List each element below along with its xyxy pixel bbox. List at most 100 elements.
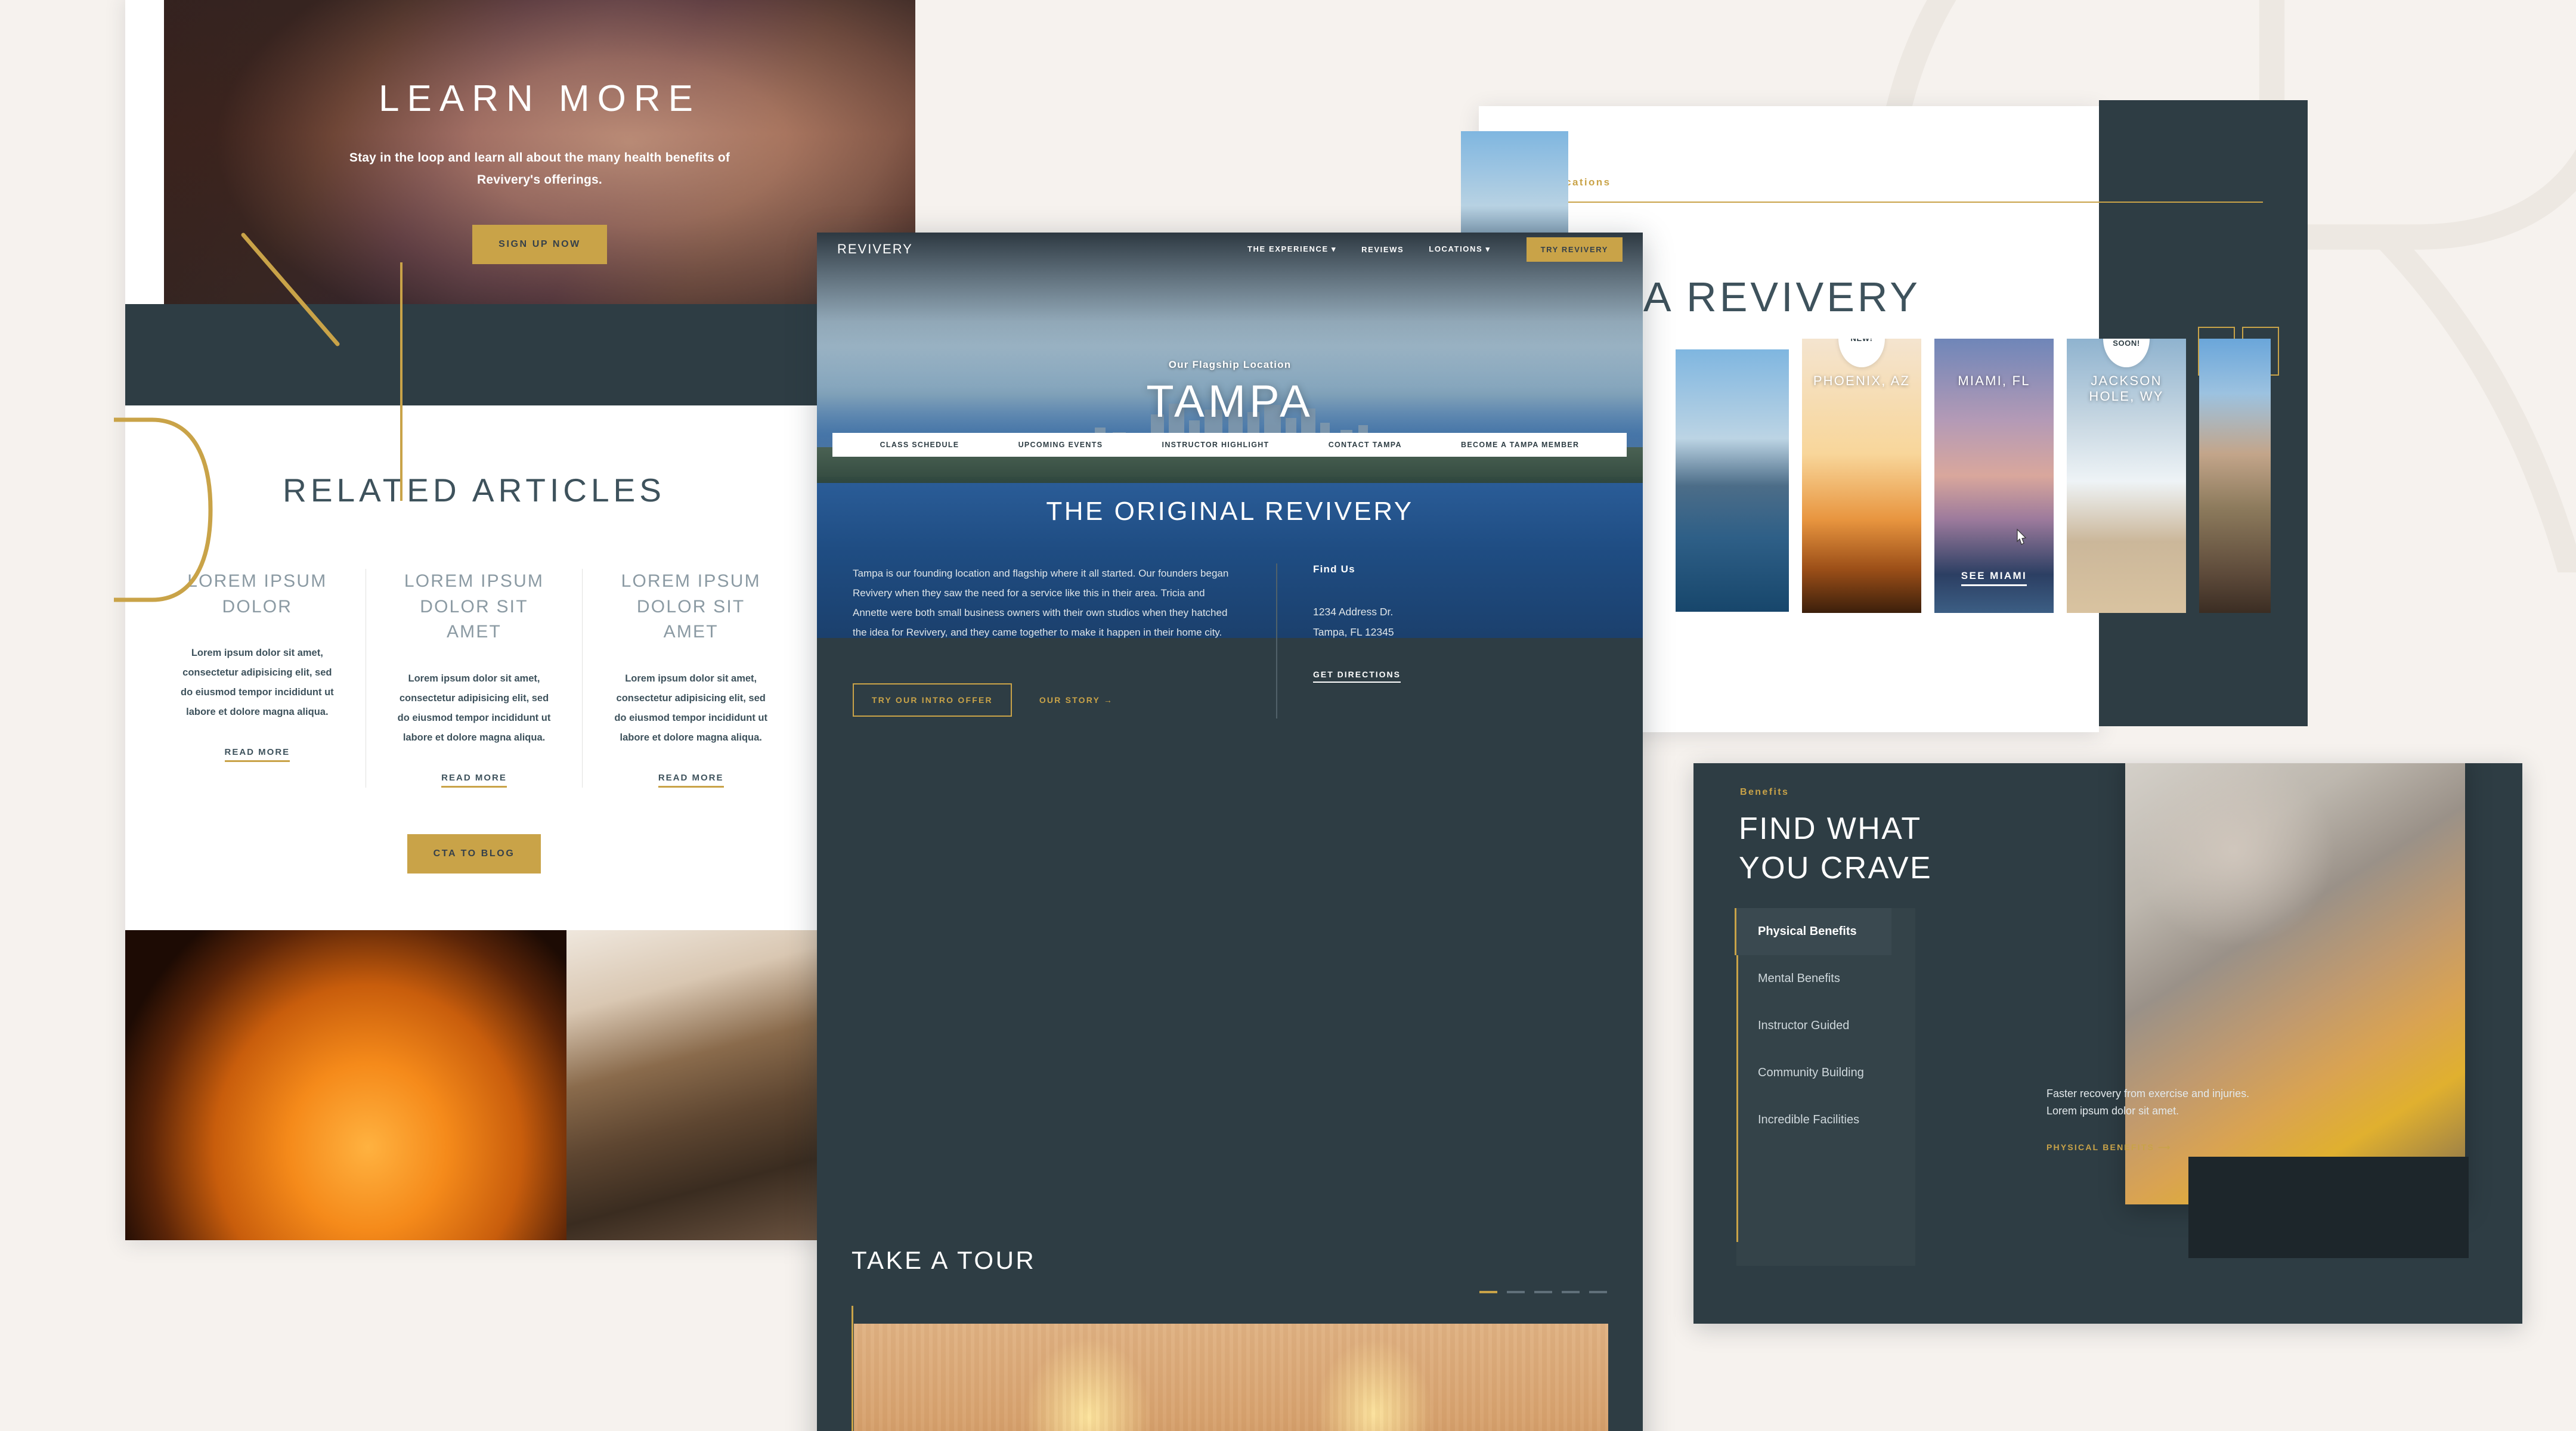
tab-incredible-facilities[interactable]: Incredible Facilities — [1736, 1097, 1891, 1144]
tampa-content: Tampa is our founding location and flags… — [817, 563, 1643, 718]
article-title: LOREM IPSUM DOLOR — [187, 571, 327, 617]
learn-more-hero: LEARN MORE Stay in the loop and learn al… — [164, 0, 915, 304]
nav-locations[interactable]: LOCATIONS ▾ — [1429, 244, 1490, 254]
coming-soon-badge: COMING SOON! — [2103, 339, 2150, 367]
address-line-2: Tampa, FL 12345 — [1313, 626, 1394, 639]
try-revivery-button[interactable]: TRY REVIVERY — [1526, 237, 1623, 262]
tab-physical-benefits[interactable]: Physical Benefits — [1735, 908, 1891, 955]
carousel-dot-1[interactable] — [1479, 1291, 1497, 1293]
sign-up-now-button[interactable]: SIGN UP NOW — [472, 224, 607, 264]
tampa-location-page: REVIVERY THE EXPERIENCE ▾ REVIEWS LOCATI… — [817, 233, 1643, 1431]
location-label: MIAMI, FL — [1958, 373, 2030, 388]
subnav-contact-tampa[interactable]: CONTACT TAMPA — [1329, 441, 1402, 449]
climber-photo-secondary — [2188, 1157, 2469, 1258]
article-card[interactable]: LOREM IPSUM DOLOR SIT AMET Lorem ipsum d… — [583, 569, 799, 788]
tab-instructor-guided[interactable]: Instructor Guided — [1736, 1002, 1891, 1049]
teal-divider-band — [125, 304, 823, 405]
read-more-link[interactable]: READ MORE — [441, 773, 507, 788]
fire-photo — [125, 930, 566, 1240]
location-card-phoenix[interactable]: NEW! PHOENIX, AZ — [1802, 339, 1921, 613]
tab-community-building[interactable]: Community Building — [1736, 1049, 1891, 1097]
subnav-become-a-member[interactable]: BECOME A TAMPA MEMBER — [1461, 441, 1579, 449]
subnav-instructor-highlight[interactable]: INSTRUCTOR HIGHLIGHT — [1162, 441, 1270, 449]
benefits-tab-list: Physical Benefits Mental Benefits Instru… — [1735, 908, 2011, 1242]
tab-mental-benefits[interactable]: Mental Benefits — [1736, 955, 1891, 1002]
benefits-eyebrow: Benefits — [1740, 787, 1789, 797]
article-card[interactable]: LOREM IPSUM DOLOR SIT AMET Lorem ipsum d… — [366, 569, 583, 788]
article-body: Lorem ipsum dolor sit amet, consectetur … — [397, 673, 551, 743]
tampa-navbar: REVIVERY THE EXPERIENCE ▾ REVIEWS LOCATI… — [817, 233, 1643, 266]
benefits-title: FIND WHAT YOU CRAVE — [1739, 810, 1932, 888]
try-intro-offer-button[interactable]: TRY OUR INTRO OFFER — [853, 683, 1012, 717]
physical-benefits-link[interactable]: PHYSICAL BENEFITS ⟶ — [2046, 1142, 2171, 1153]
tampa-eyebrow: Our Flagship Location — [1168, 359, 1292, 370]
sauna-interior-photo: Lorem ipsum dolor sit amet, consectetur … — [854, 1324, 1608, 1431]
screenshot-stage: RELATED ARTICLES LOREM IPSUM DOLOR Lorem… — [0, 0, 2576, 1431]
mouse-cursor-icon — [2017, 528, 2027, 545]
tampa-subnav: CLASS SCHEDULE UPCOMING EVENTS INSTRUCTO… — [832, 433, 1627, 457]
carousel-dot-4[interactable] — [1562, 1291, 1580, 1293]
revivery-logo[interactable]: REVIVERY — [837, 241, 913, 257]
tampa-city-title: TAMPA — [1146, 376, 1314, 427]
subnav-class-schedule[interactable]: CLASS SCHEDULE — [880, 441, 959, 449]
benefits-title-line-1: FIND WHAT — [1739, 811, 1922, 846]
location-label: JACKSON HOLE, WY — [2089, 373, 2164, 404]
tampa-address: 1234 Address Dr. Tampa, FL 12345 — [1313, 602, 1401, 642]
tampa-body-text: Tampa is our founding location and flags… — [853, 568, 1229, 639]
our-story-link[interactable]: OUR STORY → — [1039, 695, 1113, 705]
tour-carousel-dots — [1479, 1291, 1607, 1293]
chevron-down-icon: ▾ — [1331, 244, 1337, 253]
article-card-list: LOREM IPSUM DOLOR Lorem ipsum dolor sit … — [125, 569, 823, 788]
chevron-down-icon: ▾ — [1485, 244, 1491, 253]
carousel-dot-3[interactable] — [1534, 1291, 1552, 1293]
carousel-dot-5[interactable] — [1589, 1291, 1607, 1293]
read-more-link[interactable]: READ MORE — [658, 773, 724, 788]
article-body: Lorem ipsum dolor sit amet, consectetur … — [614, 673, 767, 743]
article-body: Lorem ipsum dolor sit amet, consectetur … — [181, 648, 334, 718]
locations-rule — [1524, 202, 2263, 203]
learn-more-title: LEARN MORE — [379, 78, 701, 119]
take-a-tour-heading-wrap: TAKE A TOUR — [852, 1246, 1036, 1275]
take-a-tour-title: TAKE A TOUR — [852, 1246, 1036, 1274]
article-card[interactable]: LOREM IPSUM DOLOR Lorem ipsum dolor sit … — [149, 569, 366, 788]
article-title: LOREM IPSUM DOLOR SIT AMET — [404, 571, 544, 642]
nav-the-experience[interactable]: THE EXPERIENCE ▾ — [1247, 244, 1336, 254]
benefits-detail-body: Faster recovery from exercise and injuri… — [2046, 1088, 2250, 1117]
learn-more-subtitle: Stay in the loop and learn all about the… — [349, 151, 730, 187]
location-card-jackson-hole[interactable]: COMING SOON! JACKSON HOLE, WY — [2067, 339, 2186, 613]
find-us-column: Find Us 1234 Address Dr. Tampa, FL 12345… — [1313, 563, 1401, 718]
location-card-partial-right[interactable] — [2199, 339, 2271, 613]
benefits-panel: Benefits FIND WHAT YOU CRAVE Physical Be… — [1693, 763, 2522, 1324]
get-directions-link[interactable]: GET DIRECTIONS — [1313, 670, 1401, 683]
gold-accent-bar — [852, 1306, 853, 1431]
benefits-detail-panel: Faster recovery from exercise and injuri… — [2046, 1085, 2273, 1153]
address-line-1: 1234 Address Dr. — [1313, 606, 1394, 618]
carousel-dot-2[interactable] — [1507, 1291, 1525, 1293]
find-us-label: Find Us — [1313, 563, 1355, 575]
subnav-upcoming-events[interactable]: UPCOMING EVENTS — [1018, 441, 1103, 449]
location-label: PHOENIX, AZ — [1813, 373, 1911, 388]
related-articles-title: RELATED ARTICLES — [283, 472, 665, 509]
blog-cta-wrap: CTA TO BLOG — [125, 834, 823, 874]
read-more-link[interactable]: READ MORE — [224, 747, 290, 763]
main-menu: THE EXPERIENCE ▾ REVIEWS LOCATIONS ▾ TRY… — [1247, 237, 1643, 262]
cta-to-blog-button[interactable]: CTA TO BLOG — [407, 834, 541, 874]
gold-vertical-decoration — [400, 262, 402, 501]
related-articles-section: RELATED ARTICLES LOREM IPSUM DOLOR Lorem… — [125, 405, 823, 930]
tampa-actions: TRY OUR INTRO OFFER OUR STORY → — [853, 683, 1240, 717]
new-badge: NEW! — [1838, 339, 1885, 367]
sauna-ladle-photo — [566, 930, 823, 1240]
article-title: LOREM IPSUM DOLOR SIT AMET — [621, 571, 761, 642]
learn-more-articles-panel: RELATED ARTICLES LOREM IPSUM DOLOR Lorem… — [125, 0, 915, 1240]
tampa-section-title: THE ORIGINAL REVIVERY — [1046, 497, 1414, 526]
wood-grain-texture — [854, 1324, 1608, 1431]
benefits-title-line-2: YOU CRAVE — [1739, 850, 1933, 885]
location-card-miami[interactable]: MIAMI, FL SEE MIAMI — [1934, 339, 2054, 613]
see-location-link[interactable]: SEE MIAMI — [1934, 570, 2054, 586]
photo-strip — [125, 930, 823, 1240]
column-divider — [1276, 563, 1277, 718]
location-card[interactable] — [1676, 349, 1789, 612]
tampa-copy-column: Tampa is our founding location and flags… — [853, 563, 1240, 718]
location-card-list: NEW! PHOENIX, AZ MIAMI, FL SEE MIAMI COM… — [1676, 339, 2271, 613]
nav-reviews[interactable]: REVIEWS — [1361, 245, 1404, 254]
